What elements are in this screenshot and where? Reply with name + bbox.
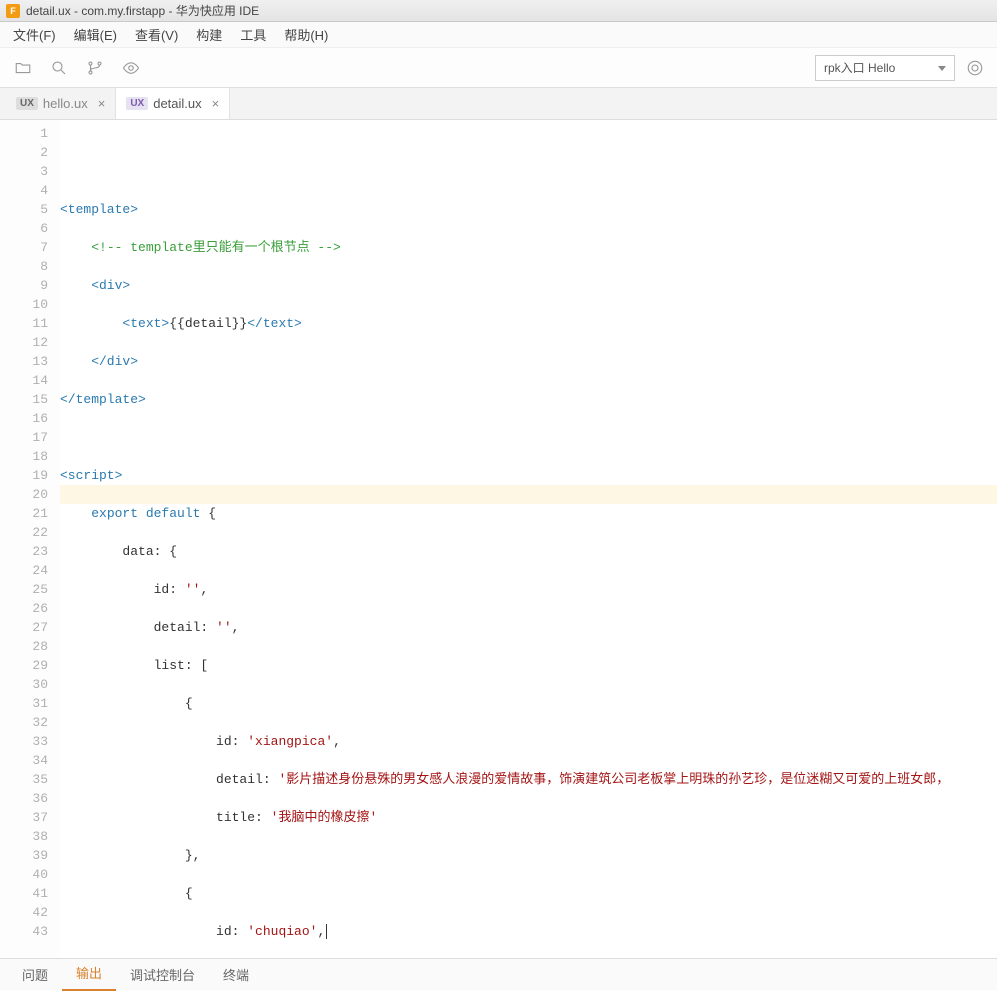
- bottom-panel-tabs: 问题 输出 调试控制台 终端: [0, 958, 997, 990]
- ux-badge-icon: UX: [126, 97, 148, 110]
- menu-bar: 文件(F) 编辑(E) 查看(V) 构建 工具 帮助(H): [0, 22, 997, 48]
- folder-icon[interactable]: [8, 53, 38, 83]
- menu-tools[interactable]: 工具: [231, 25, 275, 44]
- close-icon[interactable]: ×: [98, 96, 106, 111]
- toolbar: rpk入口 Hello: [0, 48, 997, 88]
- tab-output[interactable]: 输出: [62, 959, 116, 991]
- line-gutter: 1234567891011121314151617181920212223242…: [0, 120, 60, 958]
- code-editor[interactable]: 1234567891011121314151617181920212223242…: [0, 120, 997, 958]
- app-icon: F: [6, 4, 20, 18]
- menu-build[interactable]: 构建: [187, 25, 231, 44]
- editor-tabs: UX hello.ux × UX detail.ux ×: [0, 88, 997, 120]
- rpk-entry-label: rpk入口 Hello: [824, 59, 895, 76]
- menu-edit[interactable]: 编辑(E): [65, 25, 126, 44]
- tab-label: detail.ux: [153, 96, 201, 111]
- tab-detail[interactable]: UX detail.ux ×: [116, 88, 230, 119]
- ux-badge-icon: UX: [16, 97, 38, 110]
- search-icon[interactable]: [44, 53, 74, 83]
- tab-terminal[interactable]: 终端: [209, 965, 263, 984]
- code-area[interactable]: <template> <!-- template里只能有一个根节点 --> <d…: [60, 120, 997, 958]
- menu-file[interactable]: 文件(F): [4, 25, 65, 44]
- title-bar: F detail.ux - com.my.firstapp - 华为快应用 ID…: [0, 0, 997, 22]
- tab-problems[interactable]: 问题: [8, 965, 62, 984]
- tab-hello[interactable]: UX hello.ux ×: [6, 88, 116, 119]
- rpk-entry-select[interactable]: rpk入口 Hello: [815, 55, 955, 81]
- text-cursor: [326, 924, 327, 939]
- window-title: detail.ux - com.my.firstapp - 华为快应用 IDE: [26, 2, 259, 19]
- close-icon[interactable]: ×: [212, 96, 220, 111]
- menu-help[interactable]: 帮助(H): [275, 25, 337, 44]
- preview-icon[interactable]: [116, 53, 146, 83]
- tab-debug-console[interactable]: 调试控制台: [116, 965, 209, 984]
- run-icon[interactable]: [961, 54, 989, 82]
- tab-label: hello.ux: [43, 96, 88, 111]
- branch-icon[interactable]: [80, 53, 110, 83]
- menu-view[interactable]: 查看(V): [126, 25, 187, 44]
